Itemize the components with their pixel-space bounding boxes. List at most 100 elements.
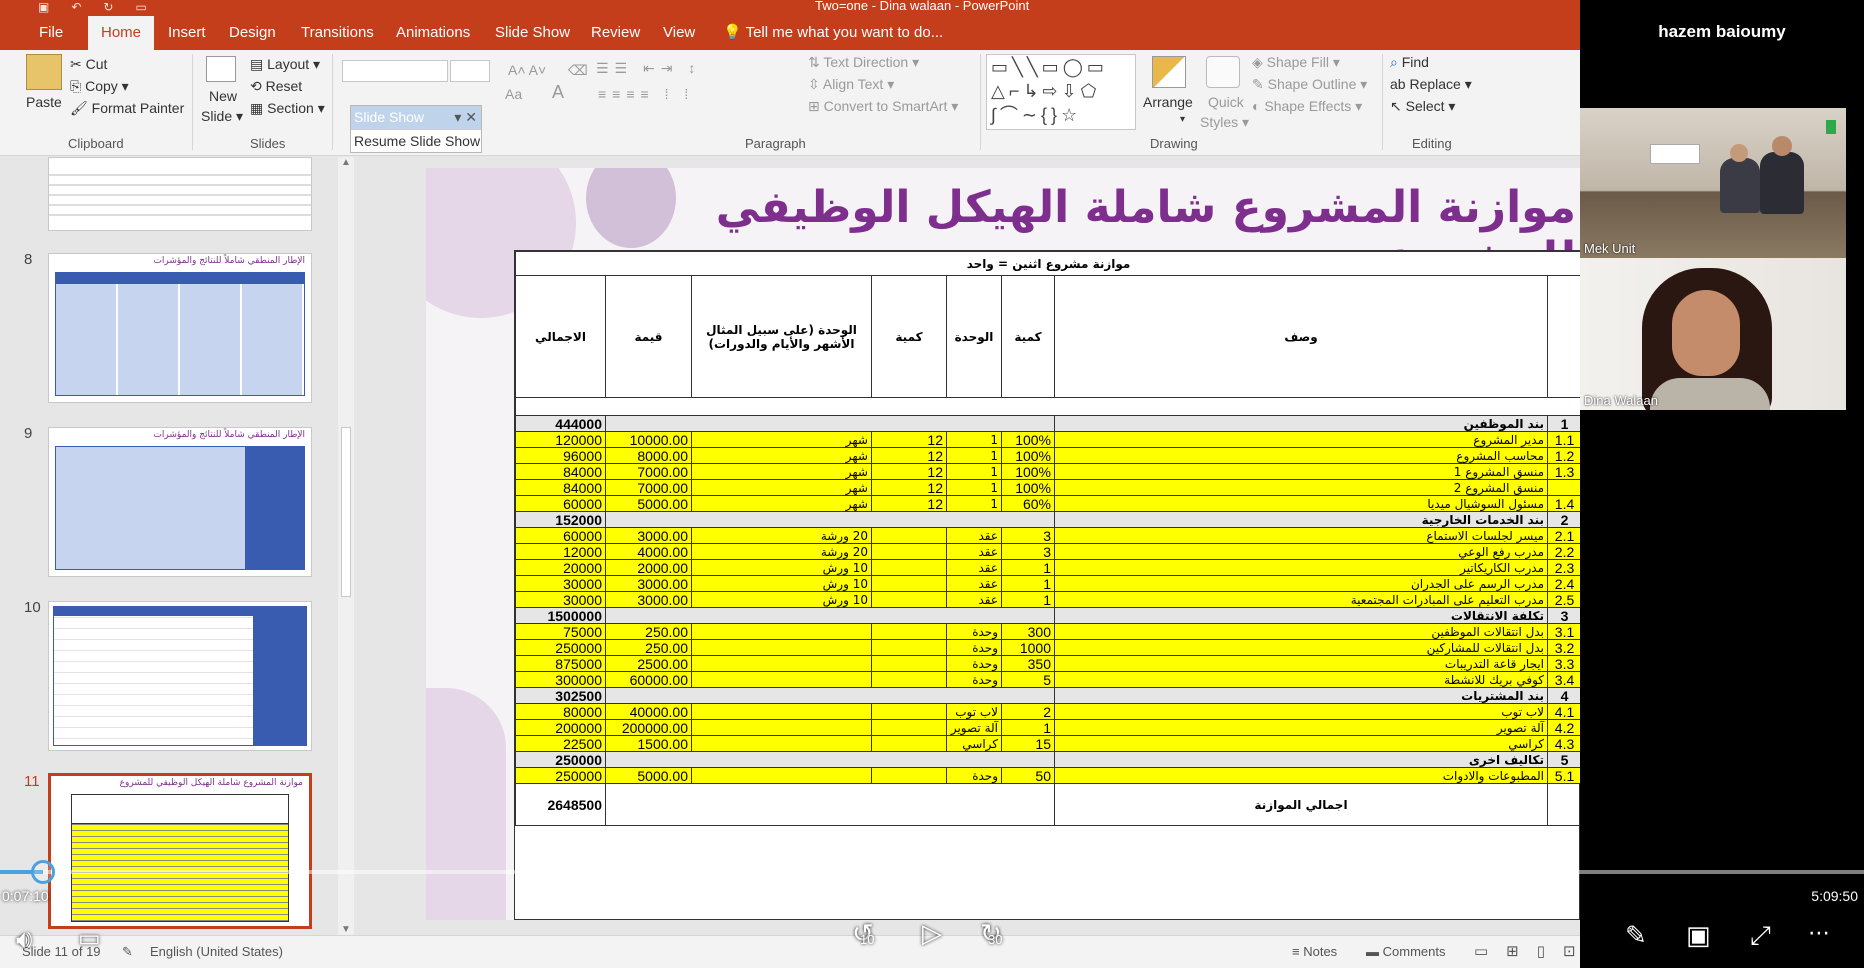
volume-icon[interactable]: 🔊︎ — [16, 924, 32, 956]
section-total: 250000 — [515, 751, 606, 768]
cell-qty-2: 350 — [1001, 655, 1055, 672]
cell-total: 60000 — [515, 527, 606, 544]
slide-thumbnail-10[interactable] — [48, 601, 312, 751]
save-icon[interactable]: ▣ — [38, 0, 49, 14]
new-slide-label-2[interactable]: Slide ▾ — [201, 108, 243, 125]
view-buttons[interactable]: ▭⊞▯⊡ — [1474, 942, 1594, 960]
shapes-gallery[interactable]: ▭╲╲▭◯▭ △⌐↳⇨⇩⬠ ∫⌒∼{}☆ — [986, 54, 1136, 130]
tab-home[interactable]: Home — [88, 16, 155, 50]
slide-canvas[interactable]: موازنة المشروع شاملة الهيكل الوظيفي للمش… — [426, 168, 1580, 920]
video-progress-bar[interactable] — [0, 860, 1864, 884]
cell-unit-long: شهر — [691, 463, 872, 480]
font-size-combobox[interactable] — [450, 60, 490, 82]
picture-in-picture-icon[interactable]: ▣ — [1686, 920, 1711, 951]
tab-insert[interactable]: Insert — [155, 16, 219, 50]
progress-knob[interactable] — [30, 860, 55, 884]
section-index: 2 — [1546, 511, 1580, 528]
reset-icon: ⟲ — [250, 78, 262, 94]
copy-button[interactable]: ⎘ Copy ▾ — [70, 78, 129, 95]
cell-unit: آلة تصوير — [946, 719, 1002, 736]
scrollbar-thumb[interactable] — [341, 427, 351, 597]
slide-thumbnail-8[interactable]: الإطار المنطقي شاملاً للنتائج والمؤشرات — [48, 253, 312, 403]
text-direction-button[interactable]: ⇅ Text Direction ▾ — [808, 54, 919, 71]
clear-format-icon[interactable]: ⌫ — [568, 62, 588, 79]
align-icons[interactable]: ≡≡≡≡ ⁞ ⁞ — [598, 86, 694, 102]
cell-unit-long — [691, 767, 872, 784]
tab-transitions[interactable]: Transitions — [288, 16, 387, 50]
reset-button[interactable]: ⟲ Reset — [250, 78, 302, 95]
replace-button[interactable]: ab Replace ▾ — [1390, 76, 1472, 93]
blank-row — [514, 397, 1580, 416]
tab-design[interactable]: Design — [216, 16, 289, 50]
close-icon[interactable]: ▾ ✕ — [454, 106, 481, 129]
cut-button[interactable]: ✂ Cut — [70, 56, 107, 73]
section-title: تكلفة الانتقالات — [1054, 607, 1548, 624]
tell-me-search[interactable]: 💡 Tell me what you want to do... — [710, 16, 956, 50]
quick-styles-label-2[interactable]: Styles ▾ — [1200, 114, 1249, 131]
arrange-icon[interactable] — [1152, 56, 1186, 88]
tab-animations[interactable]: Animations — [383, 16, 483, 50]
more-options-icon[interactable]: ⋯ — [1808, 920, 1830, 946]
cell-description: بدل انتقالات الموظفين — [1054, 623, 1548, 640]
captions-icon[interactable]: ▭ — [78, 924, 101, 953]
paste-icon[interactable] — [26, 54, 62, 90]
cell-unit: 1 — [946, 447, 1002, 464]
thumbnails-scrollbar[interactable]: ▲ ▼ — [338, 157, 354, 935]
format-painter-button[interactable]: 🖌 Format Painter — [70, 100, 184, 117]
arrange-button[interactable]: Arrange — [1143, 94, 1193, 110]
redo-icon[interactable]: ↻ — [103, 0, 113, 14]
undo-icon[interactable]: ↶ — [71, 0, 81, 14]
new-slide-icon[interactable] — [206, 56, 236, 82]
change-case-button[interactable]: Aa — [505, 86, 522, 102]
quick-styles-label-1[interactable]: Quick — [1208, 94, 1244, 110]
scroll-up-icon[interactable]: ▲ — [341, 157, 351, 168]
participant-video-tile[interactable]: Dina Walaan — [1580, 258, 1846, 410]
arrange-dropdown-icon[interactable]: ▾ — [1180, 114, 1185, 125]
notes-button[interactable]: ≡ Notes — [1292, 944, 1337, 959]
comments-button[interactable]: ▬ Comments — [1366, 944, 1445, 959]
slideshow-dropdown: Slide Show ▾ ✕ Resume Slide Show — [350, 105, 482, 153]
slide-show-menu-item[interactable]: Slide Show ▾ ✕ — [351, 106, 481, 129]
find-button[interactable]: ⌕ Find — [1390, 54, 1429, 71]
comment-icon: ▬ — [1366, 944, 1379, 959]
rewind-button[interactable]: ↺ 10 — [852, 918, 874, 949]
section-button[interactable]: ▦ Section ▾ — [250, 100, 325, 117]
convert-smartart-button[interactable]: ⊞ Convert to SmartArt ▾ — [808, 98, 958, 115]
fullscreen-icon[interactable]: ⤢ — [1750, 920, 1771, 952]
slide-thumbnail[interactable] — [48, 157, 312, 231]
align-text-button[interactable]: ⇳ Align Text ▾ — [808, 76, 894, 93]
cell-unit: وحدة — [946, 671, 1002, 688]
grow-font-icon[interactable]: A˄ A˅ — [508, 62, 546, 78]
present-icon[interactable]: ▭ — [135, 0, 146, 14]
select-button[interactable]: ↖ Select ▾ — [1390, 98, 1455, 115]
paste-button[interactable]: Paste — [26, 94, 62, 110]
language-indicator[interactable]: English (United States) — [150, 944, 283, 959]
spellcheck-icon[interactable]: ✎ — [122, 944, 133, 960]
font-color-icon[interactable]: A — [552, 82, 564, 103]
new-slide-label-1[interactable]: New — [209, 88, 237, 104]
participant-name: Mek Unit — [1584, 241, 1636, 256]
resume-slide-show-menu-item[interactable]: Resume Slide Show — [351, 129, 481, 152]
quick-styles-icon[interactable] — [1206, 56, 1240, 88]
annotate-pen-icon[interactable]: ✎ — [1625, 920, 1647, 951]
table-row: 84000 7000.00 شهر 12 1 100% منسق المشروع 2 — [515, 479, 1580, 496]
budget-table-grid: موازنة مشروع اثنين = واحد الاجمالي قيمة … — [514, 251, 1580, 826]
play-button[interactable]: ▷ — [922, 918, 942, 949]
font-name-combobox[interactable] — [342, 60, 448, 82]
slide-thumbnail-11-selected[interactable]: موازنة المشروع شاملة الهيكل الوظيفي للمش… — [48, 773, 312, 929]
forward-button[interactable]: ↻ 30 — [980, 918, 1002, 949]
tab-file[interactable]: File — [26, 16, 76, 50]
tab-review[interactable]: Review — [578, 16, 653, 50]
cell-total: 250000 — [515, 767, 606, 784]
list-icons[interactable]: ☰☰ ⇤⇥ ↕ — [596, 60, 701, 77]
scroll-down-icon[interactable]: ▼ — [341, 924, 351, 935]
tab-view[interactable]: View — [650, 16, 708, 50]
layout-button[interactable]: ▤ Layout ▾ — [250, 56, 320, 73]
shape-fill-button[interactable]: ◈ Shape Fill ▾ — [1252, 54, 1340, 71]
tab-slide-show[interactable]: Slide Show — [482, 16, 583, 50]
slide-thumbnail-9[interactable]: الإطار المنطقي شاملاً للنتائج والمؤشرات — [48, 427, 312, 577]
shape-effects-button[interactable]: ◐ Shape Effects ▾ — [1252, 98, 1362, 115]
participant-video-tile[interactable]: Mek Unit — [1580, 108, 1846, 258]
cell-index: 2.4 — [1546, 575, 1580, 592]
shape-outline-button[interactable]: ✎ Shape Outline ▾ — [1252, 76, 1367, 93]
